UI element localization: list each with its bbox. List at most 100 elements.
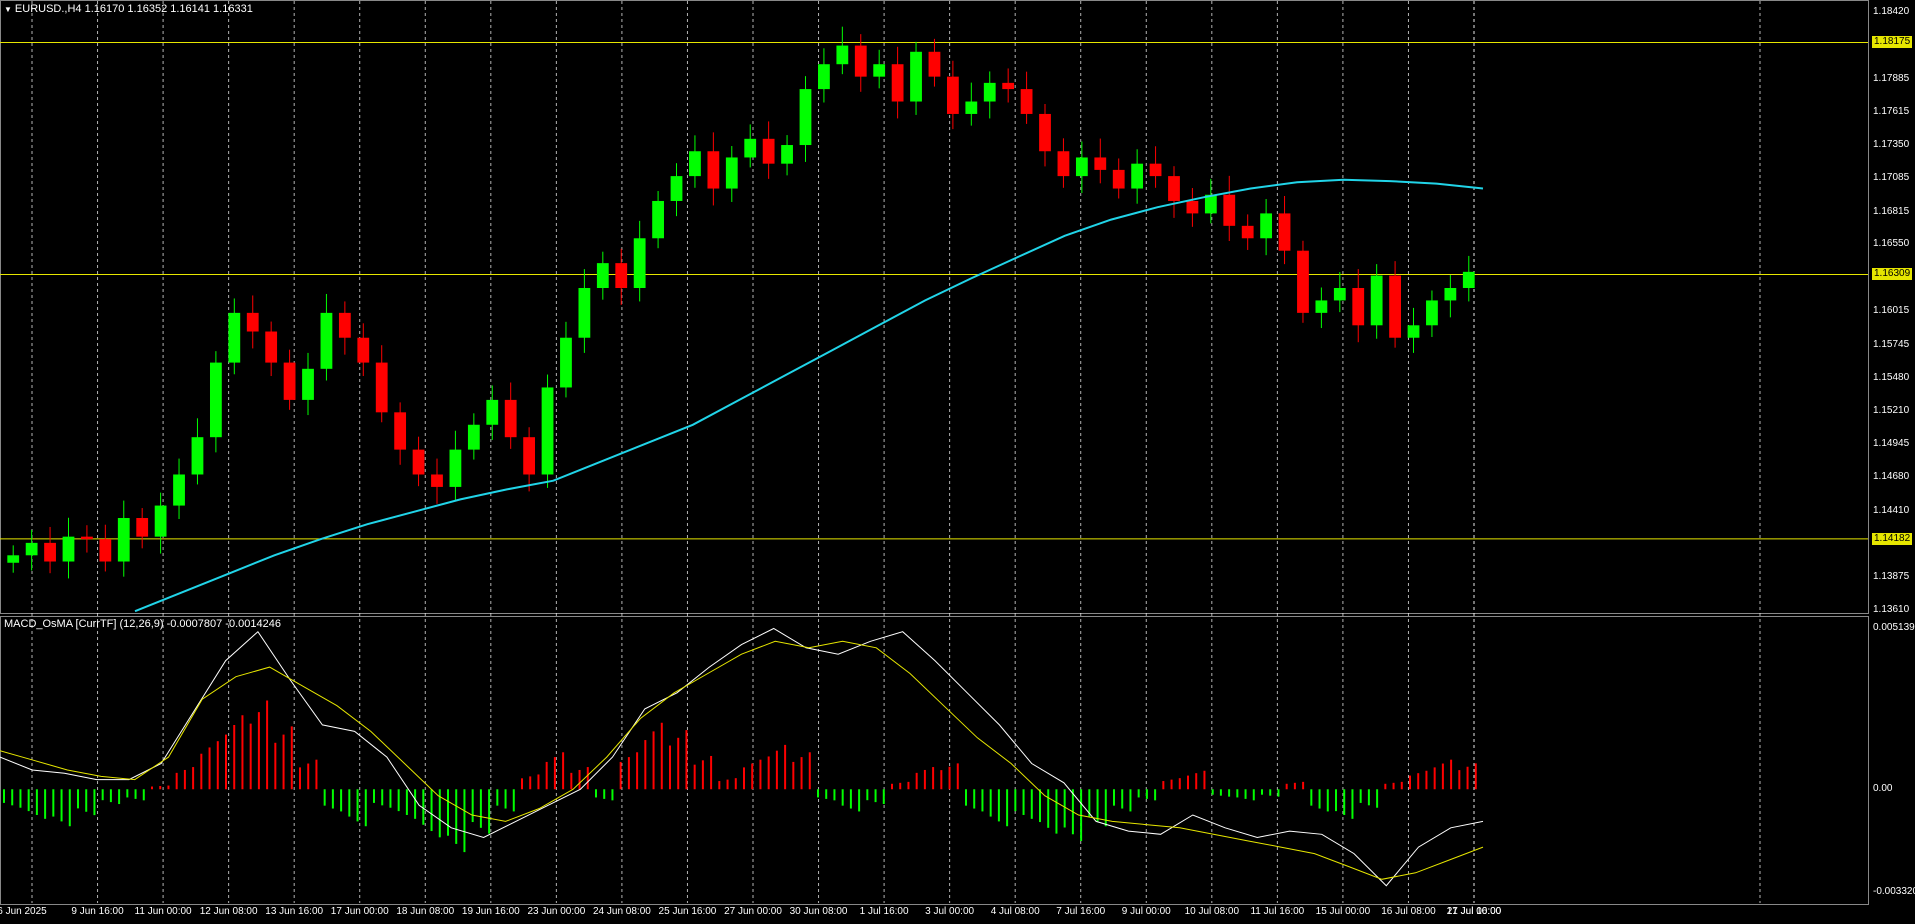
price-axis-label: 1.13610	[1873, 604, 1910, 615]
time-axis-label: 10 Jul 08:00	[1184, 906, 1240, 917]
candle-body	[1094, 157, 1107, 170]
candle-body	[1112, 169, 1125, 189]
trading-chart[interactable]: ▼ EURUSD.,H4 1.16170 1.16352 1.16141 1.16…	[0, 0, 1915, 924]
time-axis-label: 21 Jul 00:00	[1446, 906, 1502, 917]
candle-body	[394, 412, 407, 450]
candle-body	[1020, 89, 1033, 114]
candle-body	[1389, 275, 1401, 338]
candle-body	[615, 263, 628, 288]
time-axis-label: 11 Jul 16:00	[1250, 906, 1305, 917]
time-axis-label: 15 Jul 00:00	[1315, 906, 1371, 917]
time-axis-label: 24 Jun 08:00	[592, 906, 651, 917]
candle-body	[486, 399, 499, 425]
candle-body	[117, 518, 130, 562]
candle-body	[228, 312, 241, 363]
candle-body	[1168, 176, 1180, 201]
candle-body	[412, 449, 425, 475]
candle-body	[873, 64, 886, 77]
price-axis-label: 1.18420	[1873, 6, 1910, 17]
candle-body	[1315, 300, 1328, 313]
price-axis-label: 1.14945	[1873, 438, 1910, 450]
chart-title: ▼ EURUSD.,H4 1.16170 1.16352 1.16141 1.16…	[4, 3, 253, 15]
candle-body	[173, 474, 185, 506]
candle-body	[1149, 163, 1162, 177]
candle-body	[1260, 213, 1273, 239]
time-axis-label: 17 Jun 00:00	[330, 906, 389, 917]
triangle-down-icon[interactable]: ▼	[4, 5, 12, 14]
time-axis-label: 16 Jul 08:00	[1381, 906, 1436, 917]
candle-body	[596, 263, 609, 288]
time-axis-label: 9 Jul 00:00	[1121, 906, 1171, 917]
candle-body	[504, 399, 517, 438]
candle-body	[265, 331, 278, 363]
candle-body	[744, 138, 757, 158]
macd-axis-label: 0.0051395	[1873, 622, 1915, 633]
candle-body	[81, 536, 93, 540]
candle-body	[1057, 151, 1070, 177]
time-axis-label: 19 Jun 16:00	[461, 906, 520, 917]
time-axis-label: 18 Jun 08:00	[396, 906, 455, 917]
time-axis-label: 23 Jun 00:00	[527, 906, 586, 917]
candle-body	[1444, 288, 1457, 301]
candle-body	[99, 539, 112, 562]
candle-body	[707, 151, 720, 189]
candle-body	[965, 101, 978, 114]
price-axis-label: 1.15745	[1873, 338, 1910, 350]
macd-axis-label: 0.00	[1873, 783, 1893, 795]
indicator-title: MACD_OsMA [CurrTF] (12,26,9) -0.0007807 …	[4, 618, 281, 630]
price-axis-label: 1.17350	[1873, 139, 1910, 151]
price-axis-label: 1.16015	[1873, 305, 1910, 316]
price-axis-label: 1.16815	[1873, 205, 1910, 217]
candle-body	[781, 145, 793, 164]
price-axis-label: 1.14410	[1873, 504, 1910, 516]
time-axis-label: 3 Jul 00:00	[925, 906, 975, 917]
candle-body	[670, 176, 683, 201]
candle-body	[633, 238, 646, 288]
time-axis-label: 13 Jun 16:00	[265, 906, 324, 917]
candle-body	[1241, 225, 1254, 239]
candle-body	[449, 449, 462, 487]
chart-title-text: EURUSD.,H4 1.16170 1.16352 1.16141 1.163…	[14, 3, 253, 15]
macd-axis-label: -0.003320	[1873, 886, 1915, 897]
price-level-tag: 1.14182	[1872, 532, 1913, 545]
time-axis-label: 6 Jun 2025	[0, 906, 47, 917]
time-axis-label: 7 Jul 16:00	[1056, 906, 1106, 917]
candle-body	[7, 555, 20, 563]
candle-body	[946, 76, 959, 114]
candle-body	[62, 536, 75, 562]
candle-body	[836, 45, 849, 65]
candle-body	[375, 362, 388, 413]
candle-body	[1131, 163, 1144, 189]
candle-body	[1002, 82, 1015, 90]
candle-body	[136, 518, 149, 537]
candle-body	[1039, 113, 1051, 152]
time-axis-label: 11 Jun 00:00	[134, 906, 192, 917]
candle-body	[1462, 271, 1475, 288]
candle-body	[725, 157, 738, 189]
time-axis-label: 12 Jun 08:00	[199, 906, 258, 917]
candle-body	[25, 542, 38, 556]
candle-body	[1426, 300, 1438, 326]
candle-body	[818, 64, 830, 90]
candle-body	[283, 362, 296, 400]
chart-canvas[interactable]	[0, 0, 1915, 924]
candle-body	[1333, 288, 1346, 301]
candle-body	[246, 312, 259, 332]
price-axis-label: 1.17085	[1873, 171, 1910, 183]
candle-body	[154, 505, 167, 537]
candle-body	[191, 437, 204, 475]
time-axis-label: 30 Jun 08:00	[789, 906, 848, 917]
time-axis-label: 9 Jun 16:00	[71, 906, 124, 917]
candle-body	[1223, 194, 1236, 226]
candle-body	[1370, 275, 1383, 326]
candle-body	[1352, 288, 1365, 326]
candle-body	[302, 368, 314, 400]
price-level-tag: 1.16309	[1872, 268, 1913, 281]
candle-body	[762, 138, 775, 164]
candle-body	[578, 288, 591, 338]
price-axis-label: 1.13875	[1873, 571, 1910, 583]
macd-signal-line	[0, 640, 1484, 880]
candle-body	[891, 64, 904, 102]
candle-body	[560, 337, 572, 388]
candle-body	[467, 424, 480, 450]
